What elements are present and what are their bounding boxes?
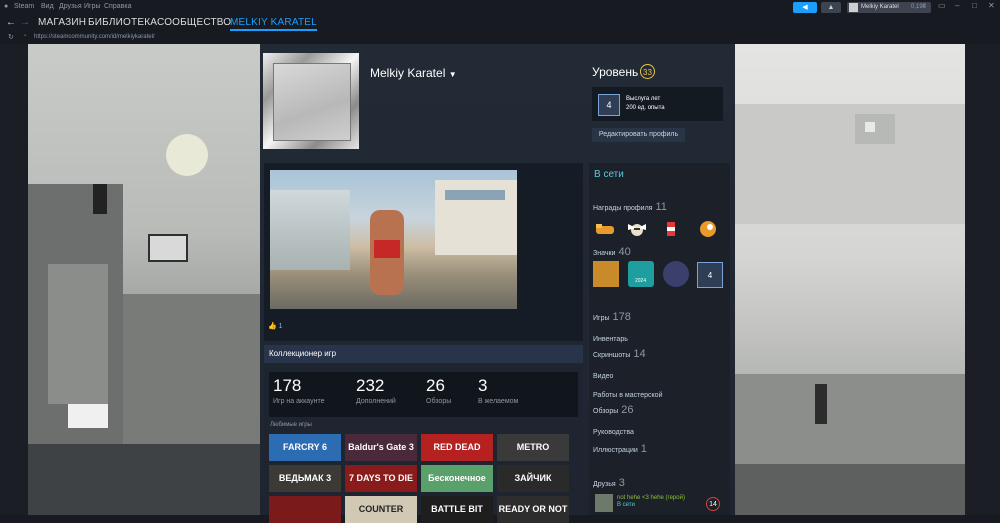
menu-bar: ● Steam Вид Друзья Игры Справка ◀ ▲ Melk… [0, 0, 1000, 14]
award-can-icon[interactable] [660, 218, 682, 240]
page-background-right [965, 44, 1000, 515]
level-badge[interactable]: 33 [640, 64, 655, 79]
stat-dlc[interactable]: 232 Дополнений [356, 376, 396, 405]
badge-community-icon[interactable] [593, 261, 619, 287]
award-fox-icon[interactable] [697, 217, 719, 239]
user-avatar [849, 3, 858, 12]
profile-link[interactable]: Работы в мастерской [593, 388, 666, 400]
favorite-game-tile[interactable]: FARCRY 6 [269, 434, 341, 461]
reload-icon[interactable]: ↻ [8, 33, 14, 41]
badge-crystal-icon[interactable] [663, 261, 689, 287]
profile-awards-link[interactable]: Награды профиля 11 [593, 201, 667, 213]
menu-help[interactable]: Справка [104, 3, 131, 10]
badge-steam-2024-icon[interactable]: 2024 [628, 261, 654, 287]
collector-stats: 178 Игр на аккаунте 232 Дополнений 26 Обзор… [269, 372, 578, 417]
page-background-left [0, 44, 28, 515]
favorite-game-tile[interactable]: Бесконечное лето [421, 465, 493, 492]
nav-library[interactable]: БИБЛИОТЕКА [88, 17, 157, 28]
page-url[interactable]: https://steamcommunity.com/id/melkiykara… [34, 34, 155, 40]
friends-link[interactable]: Друзья 3 [593, 477, 625, 489]
stat-reviews[interactable]: 26 Обзоры [426, 376, 451, 405]
menu-steam[interactable]: Steam [14, 3, 34, 10]
nav-store[interactable]: МАГАЗИН [38, 17, 86, 28]
avatar [273, 63, 351, 141]
navigation-bar: ← → МАГАЗИН БИБЛИОТЕКА СООБЩЕСТВО MELKIY… [0, 14, 1000, 32]
showcase-video[interactable] [270, 170, 517, 309]
profile-link[interactable]: Видео [593, 369, 616, 381]
friend-name[interactable]: not hehe <3 hehe (герой) [617, 495, 685, 501]
profile-background-art-left [28, 44, 260, 515]
menu-view[interactable]: Вид [41, 3, 54, 10]
close-icon[interactable]: ✕ [988, 1, 995, 10]
favorite-game-tile[interactable]: RED DEAD REDEMPTION II [421, 434, 493, 461]
favorite-game-tile[interactable]: BATTLE BIT [421, 496, 493, 523]
favorite-game-tile[interactable]: 7 DAYS TO DIE [345, 465, 417, 492]
stat-games[interactable]: 178 Игр на аккаунте [273, 376, 325, 405]
online-status: В сети [594, 169, 624, 180]
award-bee-icon[interactable] [626, 218, 648, 240]
profile-name-dropdown[interactable]: Melkiy Karatel ▼ [370, 66, 457, 80]
profile-link[interactable]: Иллюстрации 1 [593, 443, 647, 455]
wallet-balance: 0,19₴ [911, 4, 927, 10]
badge-xp: 200 ед. опыта [626, 105, 665, 111]
favorite-game-tile[interactable]: COUNTER STRIKE [345, 496, 417, 523]
lock-icon: ▪ [24, 33, 27, 39]
steam-logo-icon: ● [4, 3, 9, 10]
minimize-icon[interactable]: – [955, 1, 959, 10]
favorite-game-tile[interactable]: ЗАЙЧИК [497, 465, 569, 492]
friend-status: В сети [617, 502, 635, 508]
badges-link[interactable]: Значки 40 [593, 246, 631, 258]
nav-community[interactable]: СООБЩЕСТВО [157, 17, 231, 28]
thumbs-up-icon: 👍 [268, 323, 277, 330]
friend-level-badge: 14 [706, 497, 720, 511]
profile-link[interactable]: Руководства [593, 425, 637, 437]
favorite-games-label: Любимые игры [270, 422, 312, 428]
menu-friends[interactable]: Друзья [59, 3, 82, 10]
badge-title: Выслуга лет [626, 96, 661, 102]
favorite-game-tile[interactable] [269, 496, 341, 523]
user-name: Melkiy Karatel [861, 4, 899, 10]
profile-avatar-frame[interactable] [263, 53, 359, 149]
profile-background-art-right [735, 44, 965, 515]
like-count: 1 [278, 323, 283, 330]
back-arrow-icon[interactable]: ← [6, 17, 16, 28]
friend-avatar[interactable] [595, 494, 613, 512]
maximize-icon[interactable]: □ [972, 1, 977, 10]
profile-link[interactable]: Инвентарь [593, 332, 631, 344]
monitor-icon[interactable]: ▭ [938, 1, 946, 10]
favorite-badge[interactable]: 4 Выслуга лет 200 ед. опыта [592, 87, 723, 121]
forward-arrow-icon[interactable]: → [20, 17, 30, 28]
url-bar: ↻ ▪ https://steamcommunity.com/id/melkiy… [0, 32, 1000, 44]
chevron-down-icon: ▼ [448, 70, 457, 79]
menu-games[interactable]: Игры [84, 3, 101, 10]
nav-profile[interactable]: MELKIY KARATEL [230, 17, 317, 31]
badge-years-icon[interactable]: 4 [697, 262, 723, 288]
profile-link[interactable]: Игры 178 [593, 311, 631, 323]
user-menu-button[interactable]: Melkiy Karatel 0,19₴ [847, 2, 931, 13]
years-badge-icon: 4 [598, 94, 620, 116]
stat-wishlist[interactable]: 3В желаемом [478, 376, 518, 405]
profile-link[interactable]: Скриншоты 14 [593, 348, 646, 360]
edit-profile-button[interactable]: Редактировать профиль [592, 128, 685, 142]
profile-link[interactable]: Обзоры 26 [593, 404, 634, 416]
favorite-game-tile[interactable]: Baldur's Gate 3 [345, 434, 417, 461]
notifications-bell-icon[interactable]: ▲ [821, 2, 841, 13]
broadcast-button[interactable]: ◀ [793, 2, 817, 13]
like-button[interactable]: 👍 1 [268, 322, 283, 330]
award-hand-icon[interactable] [594, 218, 616, 240]
profile-name: Melkiy Karatel [370, 66, 446, 80]
favorite-game-tile[interactable]: ВЕДЬМАК 3 [269, 465, 341, 492]
favorite-game-tile[interactable]: METRO [497, 434, 569, 461]
collector-title: Коллекционер игр [264, 345, 583, 363]
level-label: Уровень [592, 65, 639, 79]
favorite-game-tile[interactable]: READY OR NOT [497, 496, 569, 523]
